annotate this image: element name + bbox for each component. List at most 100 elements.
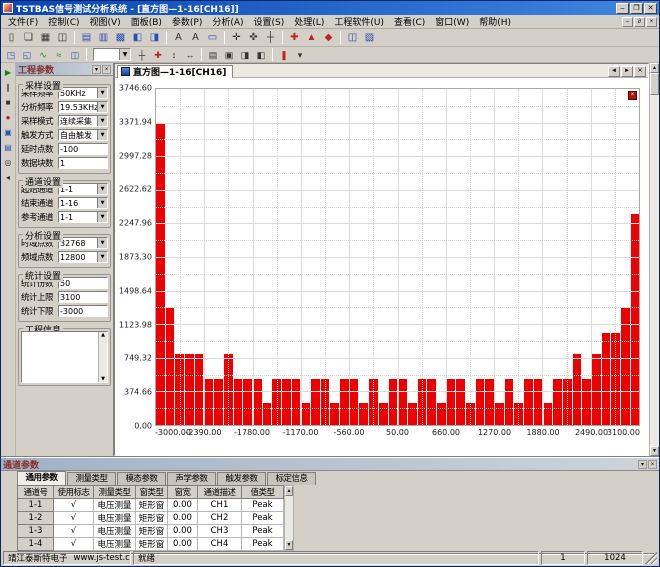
- scroll-thumb[interactable]: [650, 73, 659, 95]
- bar-39[interactable]: [524, 379, 533, 425]
- bar-45[interactable]: [582, 379, 591, 425]
- harmonic-cursor-icon[interactable]: ✜: [245, 30, 262, 45]
- bar-12[interactable]: [263, 403, 272, 425]
- tab-close-icon[interactable]: ✕: [634, 66, 646, 77]
- menu-item-10[interactable]: 查看(C): [389, 15, 430, 28]
- column-header-通道号[interactable]: 通道号: [18, 486, 54, 499]
- layout-quad-icon[interactable]: ◳: [3, 48, 19, 62]
- info-scrollbar[interactable]: ▲▼: [98, 332, 107, 382]
- bar-5[interactable]: [195, 354, 204, 425]
- bar-16[interactable]: [301, 403, 310, 425]
- bar-42[interactable]: [553, 379, 562, 425]
- info-scroll-up-icon[interactable]: ▲: [99, 332, 107, 338]
- 采样频率-select[interactable]: 50KHz▼: [58, 87, 108, 99]
- monitor-icon[interactable]: ▤: [2, 141, 15, 154]
- tab-触发参数[interactable]: 触发参数: [217, 472, 266, 485]
- single-window-icon[interactable]: ▤: [78, 30, 95, 45]
- 结束通道-select[interactable]: 1-16▼: [58, 197, 108, 209]
- chevron-down-icon[interactable]: ▼: [97, 252, 107, 262]
- play-icon[interactable]: ▶: [2, 66, 15, 79]
- bar-36[interactable]: [495, 403, 504, 425]
- overlay-window-icon[interactable]: ◫: [344, 30, 361, 45]
- table-icon[interactable]: ▣: [221, 48, 237, 62]
- scroll-down-icon[interactable]: ▼: [650, 446, 659, 456]
- mdi-minimize-button[interactable]: –: [622, 17, 633, 27]
- table-row[interactable]: 1-1√电压测量矩形窗0.00CH1Peak: [18, 499, 284, 512]
- tab-prev-icon[interactable]: ◄: [608, 66, 620, 77]
- histogram-plot[interactable]: ×: [155, 88, 640, 426]
- menu-item-7[interactable]: 设置(S): [249, 15, 290, 28]
- bar-19[interactable]: [330, 403, 339, 425]
- print-icon[interactable]: ◫: [54, 30, 71, 45]
- peak-marker-icon[interactable]: ◆: [320, 30, 337, 45]
- chevron-down-icon[interactable]: ▼: [97, 116, 107, 126]
- 数据块数-input[interactable]: 1: [58, 157, 108, 169]
- stop-icon[interactable]: ■: [2, 96, 15, 109]
- scale-combo[interactable]: ▼: [93, 48, 131, 61]
- spectrum-icon[interactable]: ≈: [51, 48, 67, 62]
- bar-41[interactable]: [544, 403, 553, 425]
- axis-icon[interactable]: ┼: [134, 48, 150, 62]
- bar-20[interactable]: [340, 379, 349, 425]
- new-file-icon[interactable]: ▯: [3, 30, 20, 45]
- 起始通道-select[interactable]: 1-1▼: [58, 183, 108, 195]
- column-header-使用标志[interactable]: 使用标志: [54, 486, 94, 499]
- 统计上限-input[interactable]: 3100: [58, 291, 108, 303]
- histogram-tab[interactable]: 直方图—1-16[CH16]: [117, 65, 233, 78]
- tab-标定信息[interactable]: 标定信息: [267, 472, 316, 485]
- plot-close-icon[interactable]: ×: [628, 91, 637, 100]
- menu-item-6[interactable]: 分析(A): [207, 15, 248, 28]
- menu-item-5[interactable]: 参数(P): [167, 15, 207, 28]
- bar-29[interactable]: [427, 379, 436, 425]
- bar-22[interactable]: [359, 403, 368, 425]
- record-marker-icon[interactable]: ✚: [286, 30, 303, 45]
- column-header-窗宽[interactable]: 窗宽: [168, 486, 198, 499]
- bottom-close-icon[interactable]: ×: [648, 460, 657, 469]
- bar-17[interactable]: [311, 379, 320, 425]
- cursor-b-icon[interactable]: A: [187, 30, 204, 45]
- table-row[interactable]: 1-3√电压测量矩形窗0.00CH3Peak: [18, 525, 284, 538]
- bar-25[interactable]: [389, 379, 398, 425]
- bar-7[interactable]: [214, 379, 223, 425]
- bar-14[interactable]: [282, 379, 291, 425]
- workspace-scrollbar[interactable]: ▲ ▼: [649, 63, 659, 456]
- crosshair-cursor-icon[interactable]: ✛: [228, 30, 245, 45]
- grid-cursor-icon[interactable]: ┼: [262, 30, 279, 45]
- chevron-down-icon[interactable]: ▼: [97, 212, 107, 222]
- bar-50[interactable]: [631, 214, 640, 425]
- bar-46[interactable]: [592, 354, 601, 425]
- save-icon[interactable]: ▦: [37, 30, 54, 45]
- search-icon[interactable]: ◎: [2, 156, 15, 169]
- 时域点数-select[interactable]: 32768▼: [58, 237, 108, 249]
- mdi-restore-button[interactable]: ∂: [634, 17, 645, 27]
- menu-item-9[interactable]: 工程软件(U): [329, 15, 389, 28]
- table-row[interactable]: 1-2√电压测量矩形窗0.00CH2Peak: [18, 512, 284, 525]
- dual-window-icon[interactable]: ▥: [95, 30, 112, 45]
- scroll-track[interactable]: [650, 95, 659, 446]
- 触发方式-select[interactable]: 自由触发▼: [58, 129, 108, 141]
- menu-item-11[interactable]: 窗口(W): [430, 15, 474, 28]
- scroll-up-icon[interactable]: ▲: [650, 63, 659, 73]
- chevron-down-icon[interactable]: ▼: [97, 198, 107, 208]
- bar-27[interactable]: [408, 403, 417, 425]
- bar-11[interactable]: [253, 379, 262, 425]
- bar-30[interactable]: [437, 403, 446, 425]
- pin-icon[interactable]: ▾: [92, 65, 101, 74]
- menu-item-8[interactable]: 处理(L): [289, 15, 329, 28]
- menu-item-12[interactable]: 帮助(H): [474, 15, 516, 28]
- menu-item-2[interactable]: 控制(C): [43, 15, 84, 28]
- trigger-marker-icon[interactable]: ▲: [303, 30, 320, 45]
- menu-item-4[interactable]: 面板(B): [126, 15, 167, 28]
- bar-32[interactable]: [456, 379, 465, 425]
- export-icon[interactable]: ◨: [237, 48, 253, 62]
- bar-40[interactable]: [534, 379, 543, 425]
- dropdown-more-icon[interactable]: ▾: [292, 48, 308, 62]
- 统计份数-input[interactable]: 50: [58, 277, 108, 289]
- add-cursor-icon[interactable]: ✚: [150, 48, 166, 62]
- tab-next-icon[interactable]: ►: [621, 66, 633, 77]
- panel-close-icon[interactable]: ×: [102, 65, 111, 74]
- bar-47[interactable]: [602, 333, 611, 425]
- dual-trace-icon[interactable]: ◫: [67, 48, 83, 62]
- column-header-窗类型[interactable]: 窗类型: [136, 486, 168, 499]
- import-icon[interactable]: ◧: [253, 48, 269, 62]
